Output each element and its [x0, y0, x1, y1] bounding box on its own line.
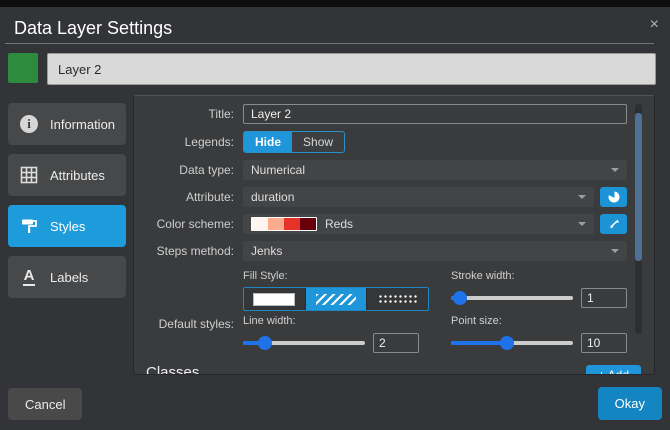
attribute-statistics-button[interactable]: [600, 187, 627, 207]
fill-hatched-option[interactable]: [305, 288, 368, 310]
table-grid-icon: [18, 164, 40, 186]
layer-color-swatch[interactable]: [8, 53, 38, 83]
color-scheme-select[interactable]: Reds: [243, 214, 594, 234]
line-width-slider[interactable]: [243, 336, 365, 350]
classes-heading: Classes: [146, 364, 576, 374]
header-divider: [5, 43, 654, 44]
legends-hide-option[interactable]: Hide: [244, 132, 293, 152]
color-scheme-row: Color scheme: Reds: [134, 214, 654, 234]
attribute-select[interactable]: duration: [243, 187, 594, 207]
layer-name-input[interactable]: [47, 53, 656, 85]
data-type-value: Numerical: [251, 163, 306, 177]
steps-method-row: Steps method: Jenks: [134, 241, 654, 261]
sidebar-item-label: Labels: [50, 269, 89, 285]
stroke-width-label: Stroke width:: [451, 270, 515, 282]
legends-row: Legends: Hide Show: [134, 131, 654, 153]
paint-roller-icon: [18, 215, 40, 237]
default-styles-label: Default styles:: [158, 317, 234, 331]
steps-method-value: Jenks: [251, 244, 283, 258]
stroke-width-slider[interactable]: [451, 291, 573, 305]
color-scheme-value: Reds: [325, 217, 354, 231]
legends-show-option[interactable]: Show: [292, 132, 345, 152]
chevron-down-icon: [611, 168, 619, 172]
chevron-down-icon: [611, 249, 619, 253]
sidebar-item-attributes[interactable]: Attributes: [8, 154, 126, 196]
color-scheme-label: Color scheme:: [156, 217, 234, 231]
fill-style-selector: [243, 287, 429, 311]
point-size-slider[interactable]: [451, 336, 573, 350]
sidebar-item-information[interactable]: i Information: [8, 103, 126, 145]
point-size-input[interactable]: [581, 333, 627, 353]
cancel-button[interactable]: Cancel: [8, 388, 83, 420]
color-ramp-preview: [251, 217, 317, 231]
data-layer-settings-dialog: Data Layer Settings × i Information Attr…: [0, 7, 670, 430]
legends-label: Legends:: [184, 135, 234, 149]
title-row: Title:: [134, 104, 654, 124]
classes-header: Classes + Add: [146, 364, 641, 374]
okay-button[interactable]: Okay: [597, 387, 662, 420]
scrollbar-thumb[interactable]: [635, 113, 642, 261]
slider-thumb[interactable]: [452, 291, 467, 305]
title-input[interactable]: [243, 104, 627, 124]
fill-dotted-option[interactable]: [367, 288, 428, 310]
sidebar-item-labels[interactable]: A Labels: [8, 256, 126, 298]
styles-panel: Title: Legends: Hide Show Data type: Num…: [133, 95, 655, 375]
label-a-icon: A: [22, 267, 36, 286]
data-type-select[interactable]: Numerical: [243, 160, 627, 180]
slider-thumb[interactable]: [257, 336, 272, 350]
legends-toggle: Hide Show: [243, 131, 346, 153]
layer-header: [8, 53, 656, 85]
spacer-label: [134, 268, 243, 311]
chevron-down-icon: [578, 195, 586, 199]
add-class-button[interactable]: + Add: [585, 365, 641, 374]
chevron-down-icon: [578, 222, 586, 226]
sidebar-item-styles[interactable]: Styles: [8, 205, 126, 247]
sidebar-item-label: Information: [50, 116, 116, 132]
attribute-label: Attribute:: [185, 190, 234, 204]
sidebar: i Information Attributes Styles A Labels: [8, 103, 126, 307]
swap-arrows-icon: [609, 219, 619, 229]
fill-style-label: Fill Style:: [243, 270, 288, 282]
point-size-label: Point size:: [451, 315, 502, 327]
sidebar-item-label: Attributes: [50, 167, 105, 183]
attribute-value: duration: [251, 190, 295, 204]
pie-chart-icon: [607, 191, 619, 203]
data-type-row: Data type: Numerical: [134, 160, 654, 180]
steps-method-label: Steps method:: [156, 244, 234, 258]
fill-stroke-group: Fill Style: Stroke width:: [134, 268, 654, 311]
info-icon: i: [18, 113, 40, 135]
fill-solid-option[interactable]: [244, 288, 306, 310]
default-styles-group: Default styles: Line width: P: [134, 313, 654, 354]
dialog-title: Data Layer Settings: [14, 18, 173, 38]
attribute-row: Attribute: duration: [134, 187, 654, 207]
data-type-label: Data type:: [179, 163, 234, 177]
line-width-input[interactable]: [373, 333, 419, 353]
close-icon[interactable]: ×: [650, 17, 659, 33]
steps-method-select[interactable]: Jenks: [243, 241, 627, 261]
reverse-colors-button[interactable]: [600, 214, 627, 234]
sidebar-item-label: Styles: [50, 218, 86, 234]
title-label: Title:: [208, 107, 234, 121]
line-width-label: Line width:: [243, 315, 296, 327]
slider-thumb[interactable]: [500, 336, 515, 350]
stroke-width-input[interactable]: [581, 288, 627, 308]
